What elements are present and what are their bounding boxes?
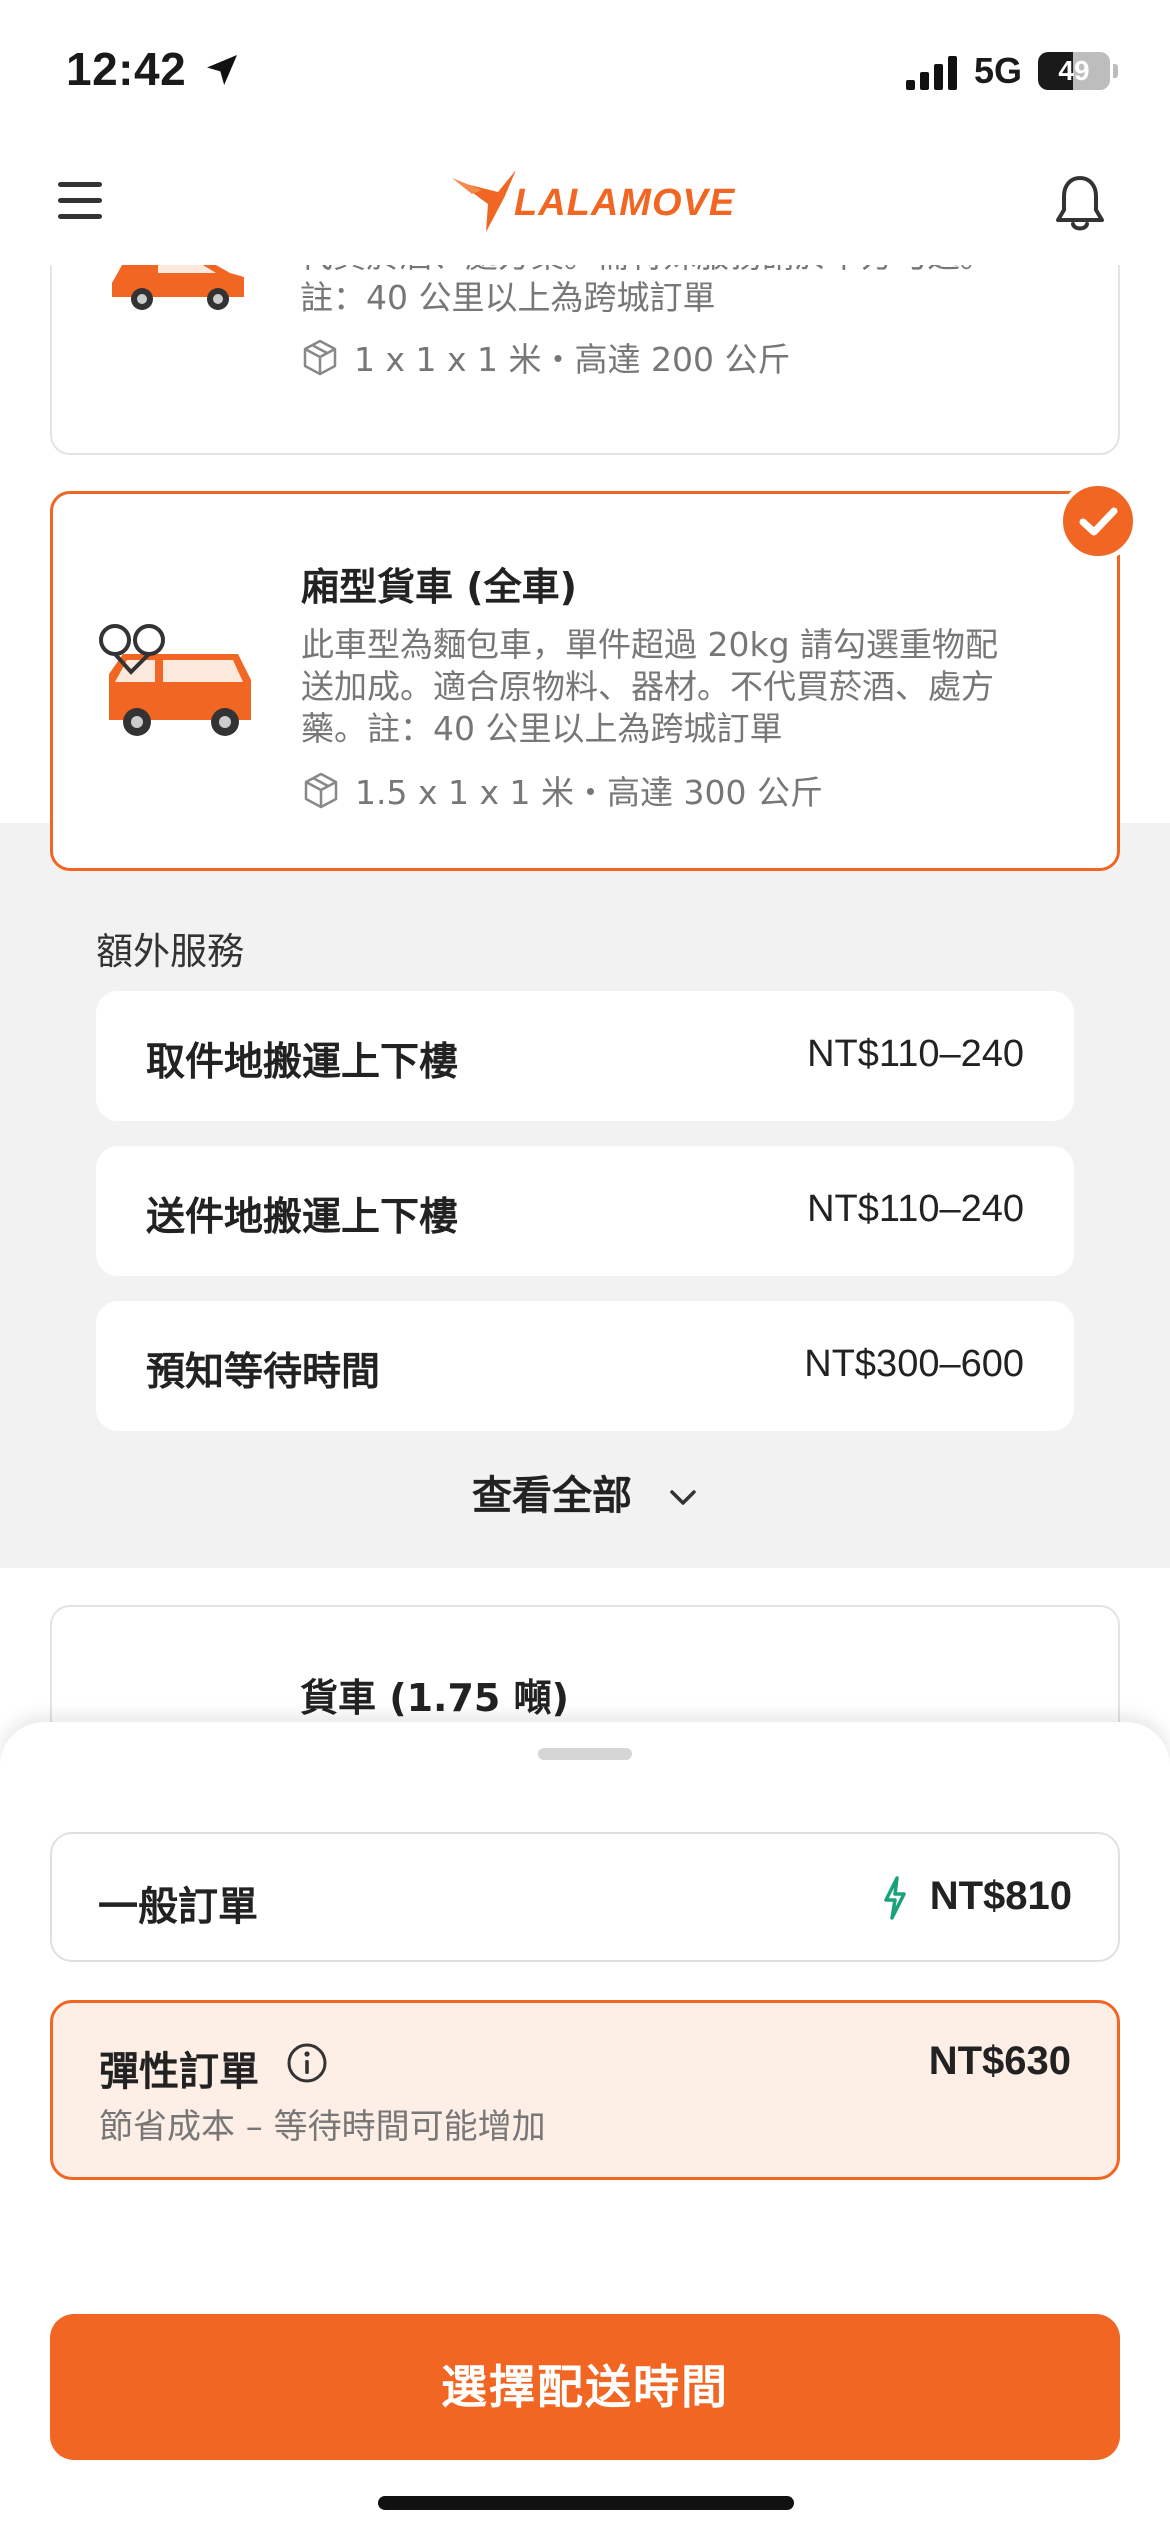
order-option-label: 一般訂單 [98,1884,258,1930]
vehicle-desc-line: 註：40 公里以上為跨城訂單 [300,278,716,317]
service-label: 送件地搬運上下樓 [146,1195,459,1240]
box-icon [304,772,338,809]
app-header: LALAMOVE [0,140,1170,265]
chevron-down-icon [670,1490,696,1505]
bolt-icon [884,1876,906,1920]
bell-icon[interactable] [1052,174,1108,234]
extra-service-item[interactable]: 預知等待時間 NT$300–600 [96,1301,1074,1431]
order-option-label: 彈性訂單 [99,2049,259,2095]
vehicle-desc-line: 代買菸酒、處方藥。需特殊服務請於下方勾選。 [300,265,1090,277]
see-all-button[interactable]: 查看全部 [0,1463,1170,1521]
order-option-subtitle: 節省成本 – 等待時間可能增加 [99,2107,546,2147]
signal-icon [906,56,957,90]
battery-tip [1113,64,1118,78]
extras-title: 額外服務 [96,930,244,973]
order-bottom-sheet: 一般訂單 NT$810 彈性訂單 NT$630 節省成本 – 等待時間可能增加 … [0,1722,1170,2532]
order-option-normal[interactable]: 一般訂單 NT$810 [50,1832,1120,1962]
home-indicator [378,2496,794,2510]
vehicle-title: 廂型貨車 (全車) [301,565,577,609]
status-time: 12:42 [66,43,187,95]
box-icon [303,339,337,376]
vehicle-spec-text: 1 x 1 x 1 米・高達 200 公斤 [354,340,791,379]
car-image [112,265,244,310]
van-image [99,624,251,736]
battery-percent: 49 [1058,55,1090,86]
order-option-price: NT$810 [929,1874,1072,1918]
extra-service-item[interactable]: 送件地搬運上下樓 NT$110–240 [96,1146,1074,1276]
battery-icon: 49 [1038,52,1110,90]
extra-service-item[interactable]: 取件地搬運上下樓 NT$110–240 [96,991,1074,1121]
service-price: NT$110–240 [807,1033,1024,1075]
vehicle-spec: 1.5 x 1 x 1 米・高達 300 公斤 [301,766,823,814]
order-option-price: NT$630 [928,2039,1071,2083]
location-arrow-icon [207,55,237,85]
network-type: 5G [974,50,1023,91]
vehicle-spec: 1 x 1 x 1 米・高達 200 公斤 [300,333,790,381]
menu-icon[interactable] [58,178,108,224]
vehicle-spec-text: 1.5 x 1 x 1 米・高達 300 公斤 [355,773,823,812]
extra-services: 額外服務 取件地搬運上下樓 NT$110–240 送件地搬運上下樓 NT$110… [0,823,1170,1568]
see-all-label: 查看全部 [472,1473,633,1519]
vehicle-list[interactable]: 代買菸酒、處方藥。需特殊服務請於下方勾選。 註：40 公里以上為跨城訂單 1 x… [0,265,1170,1725]
lalamove-logo: LALAMOVE [452,162,736,242]
vehicle-card-car[interactable]: 代買菸酒、處方藥。需特殊服務請於下方勾選。 註：40 公里以上為跨城訂單 1 x… [50,265,1120,455]
vehicle-desc: 此車型為麵包車，單件超過 20kg 請勾選重物配 送加成。適合原物料、器材。不代… [301,624,1091,750]
status-bar: 12:42 5G 49 [0,0,1170,140]
vehicle-card-truck[interactable]: 貨車 (1.75 噸) [50,1605,1120,1725]
vehicle-card-van[interactable]: 廂型貨車 (全車) 此車型為麵包車，單件超過 20kg 請勾選重物配 送加成。適… [50,491,1120,871]
check-icon [1058,481,1138,561]
service-price: NT$110–240 [807,1188,1024,1230]
service-price: NT$300–600 [804,1343,1024,1385]
vehicle-title: 貨車 (1.75 噸) [300,1676,569,1720]
info-icon[interactable] [285,2041,329,2085]
service-label: 取件地搬運上下樓 [146,1040,459,1085]
vehicle-desc: 代買菸酒、處方藥。需特殊服務請於下方勾選。 註：40 公里以上為跨城訂單 [300,265,1090,319]
sheet-handle[interactable] [538,1748,632,1760]
vehicle-desc-line: 送加成。適合原物料、器材。不代買菸酒、處方 [301,667,994,706]
order-option-flexible[interactable]: 彈性訂單 NT$630 節省成本 – 等待時間可能增加 [50,2000,1120,2180]
service-label: 預知等待時間 [146,1350,381,1395]
vehicle-desc-line: 此車型為麵包車，單件超過 20kg 請勾選重物配 [301,625,999,664]
logo-text: LALAMOVE [514,182,736,224]
select-delivery-time-button[interactable]: 選擇配送時間 [50,2314,1120,2460]
vehicle-desc-line: 藥。註：40 公里以上為跨城訂單 [301,709,783,748]
